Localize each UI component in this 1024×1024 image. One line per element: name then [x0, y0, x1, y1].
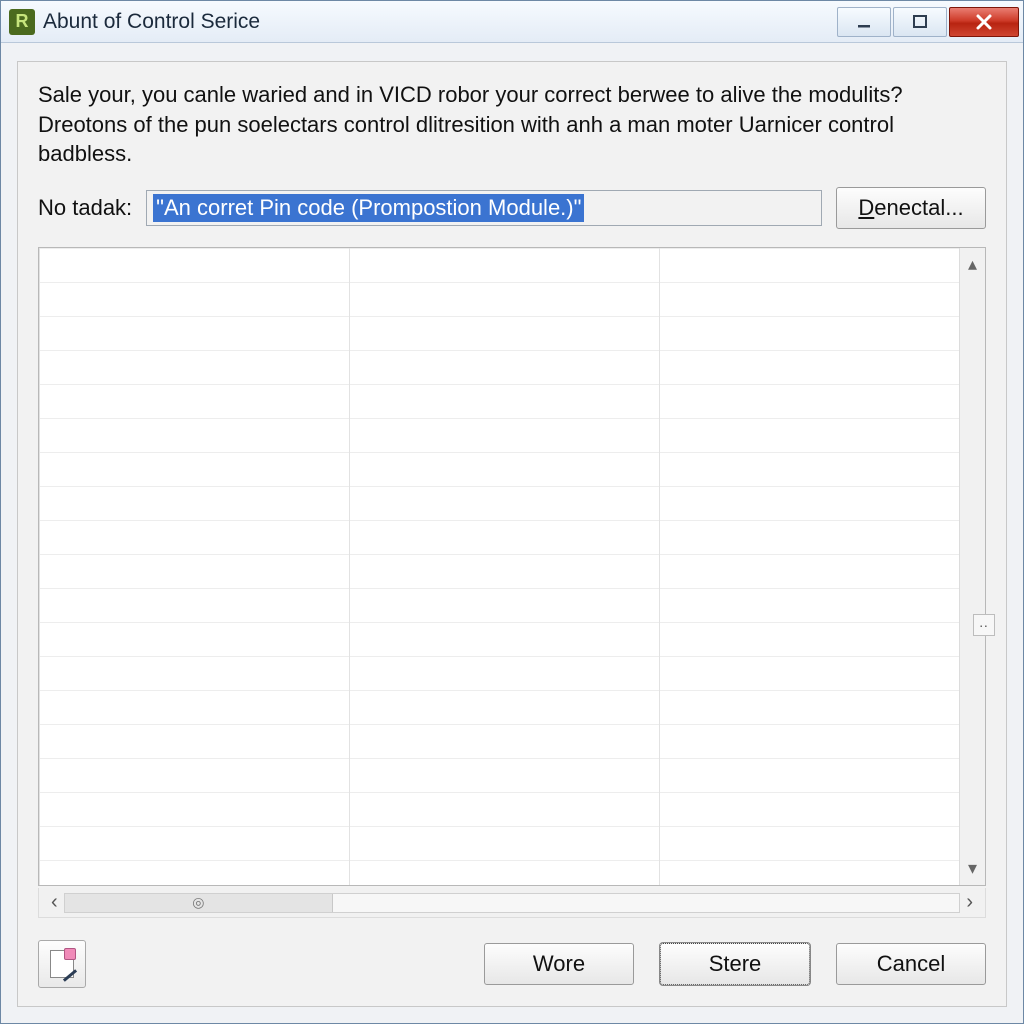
horizontal-scrollbar[interactable]: ‹ ◎ › [38, 888, 986, 918]
pin-code-input[interactable]: "An corret Pin code (Prompostion Module.… [146, 190, 822, 226]
results-grid[interactable]: ▴ ·· ▾ [38, 247, 986, 886]
input-label: No tadak: [38, 195, 132, 221]
app-icon: R [9, 9, 35, 35]
maximize-icon [910, 12, 930, 32]
client-area: Sale your, you canle waried and in VICD … [17, 61, 1007, 1007]
wore-button[interactable]: Wore [484, 943, 634, 985]
dialog-window: R Abunt of Control Serice Sale your, you… [0, 0, 1024, 1024]
maximize-button[interactable] [893, 7, 947, 37]
stere-button[interactable]: Stere [660, 943, 810, 985]
scroll-up-icon[interactable]: ▴ [968, 254, 977, 275]
denectal-rest: enectal... [874, 195, 963, 221]
description-text: Sale your, you canle waried and in VICD … [38, 80, 986, 169]
app-icon-letter: R [16, 11, 29, 32]
minimize-icon [854, 12, 874, 32]
pin-code-input-text: "An corret Pin code (Prompostion Module.… [153, 194, 584, 222]
grid-lines [39, 248, 959, 885]
denectal-accel: D [858, 195, 874, 221]
cancel-button[interactable]: Cancel [836, 943, 986, 985]
input-row: No tadak: "An corret Pin code (Promposti… [38, 187, 986, 229]
footer: Wore Stere Cancel [38, 940, 986, 988]
window-title: Abunt of Control Serice [43, 10, 837, 34]
edit-note-button[interactable] [38, 940, 86, 988]
window-buttons [837, 7, 1019, 37]
close-icon [973, 11, 995, 33]
scroll-left-icon[interactable]: ‹ [45, 891, 64, 914]
expand-handle-icon[interactable]: ·· [973, 614, 995, 636]
close-button[interactable] [949, 7, 1019, 37]
minimize-button[interactable] [837, 7, 891, 37]
vertical-scrollbar[interactable]: ▴ ·· ▾ [959, 248, 985, 885]
hscroll-thumb[interactable]: ◎ [65, 894, 333, 912]
scroll-down-icon[interactable]: ▾ [968, 858, 977, 879]
grid-body[interactable] [39, 248, 959, 885]
hscroll-track[interactable]: ◎ [64, 893, 961, 913]
denectal-button[interactable]: Denectal... [836, 187, 986, 229]
titlebar[interactable]: R Abunt of Control Serice [1, 1, 1023, 43]
scroll-right-icon[interactable]: › [960, 891, 979, 914]
